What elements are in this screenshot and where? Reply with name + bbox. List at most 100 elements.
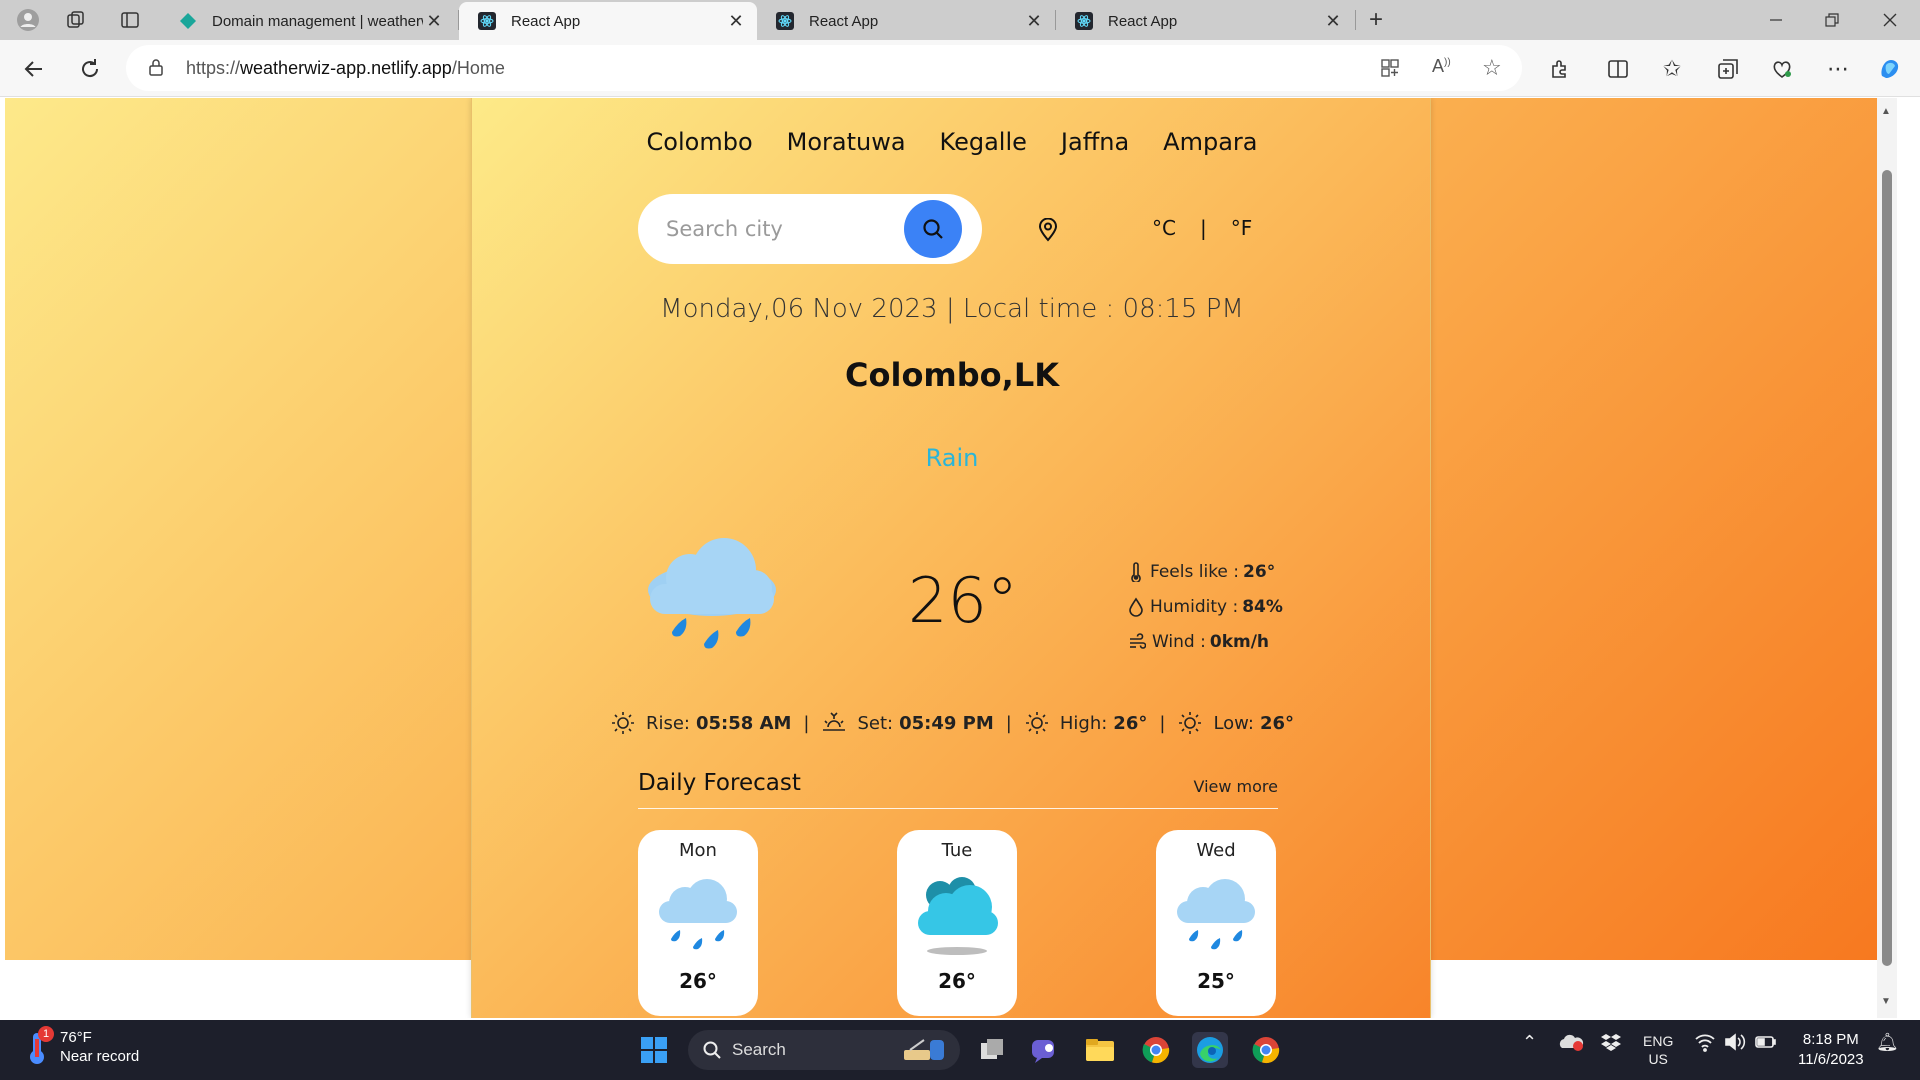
- search-input[interactable]: [666, 212, 896, 246]
- tab-close-icon[interactable]: ✕: [725, 11, 747, 32]
- high-value: 26°: [1113, 712, 1148, 734]
- search-icon: [703, 1041, 721, 1059]
- wifi-icon[interactable]: [1694, 1032, 1716, 1055]
- tab-react-app-3[interactable]: React App ✕: [1056, 2, 1354, 40]
- battery-icon[interactable]: [1754, 1032, 1778, 1055]
- browser-essentials-icon[interactable]: [1766, 53, 1798, 85]
- sun-icon: [1025, 712, 1048, 734]
- onedrive-icon[interactable]: [1558, 1032, 1584, 1055]
- more-options-icon[interactable]: ⋯: [1822, 53, 1854, 85]
- low-value: 26°: [1259, 712, 1295, 734]
- windows-start-icon[interactable]: [636, 1032, 672, 1068]
- local-datetime: Monday,06 Nov 2023 | Local time : 08:15 …: [660, 294, 1244, 324]
- refresh-icon[interactable]: [74, 53, 106, 85]
- browser-tab-strip: Domain management | weatherwiz-app ✕ Rea…: [0, 0, 1920, 40]
- wind-value: 0km/h: [1209, 631, 1270, 652]
- taskbar-weather-desc: Near record: [60, 1048, 140, 1065]
- tab-react-app-2[interactable]: React App ✕: [757, 2, 1055, 40]
- url-text[interactable]: https://weatherwiz-app.netlify.app/Home: [186, 58, 505, 79]
- city-link-moratuwa[interactable]: Moratuwa: [787, 128, 906, 156]
- forecast-card-mon[interactable]: Mon 26°: [638, 830, 758, 1016]
- language-indicator[interactable]: ENG US: [1643, 1032, 1673, 1068]
- close-window-icon[interactable]: [1876, 6, 1904, 34]
- wind-icon: [1130, 632, 1146, 649]
- language-code: ENG: [1643, 1033, 1674, 1049]
- city-link-jaffna[interactable]: Jaffna: [1061, 128, 1129, 156]
- humidity-row: Humidity : 84%: [1128, 589, 1283, 624]
- teams-chat-icon[interactable]: [1026, 1032, 1062, 1068]
- favorite-star-icon[interactable]: ☆: [1482, 55, 1502, 81]
- scrollbar-thumb[interactable]: [1882, 170, 1892, 966]
- notification-bell-icon[interactable]: 🔔︎: [1876, 1032, 1899, 1053]
- lock-icon[interactable]: [148, 58, 164, 81]
- sunset-label: Set:: [857, 712, 894, 734]
- forecast-day: Wed: [1196, 840, 1236, 861]
- task-view-icon[interactable]: [974, 1032, 1010, 1068]
- city-quick-links: Colombo Moratuwa Kegalle Jaffna Ampara: [472, 128, 1432, 156]
- read-aloud-icon[interactable]: A)): [1432, 56, 1451, 77]
- sunset-value: 05:49 PM: [899, 712, 994, 734]
- browser-toolbar: https://weatherwiz-app.netlify.app/Home …: [0, 40, 1920, 97]
- forecast-header: Daily Forecast View more: [638, 770, 1278, 809]
- clock-date: 11/6/2023: [1798, 1051, 1864, 1068]
- rain-cloud-icon: [659, 879, 737, 950]
- humidity-label: Humidity :: [1150, 596, 1239, 617]
- sun-icon: [1179, 712, 1202, 734]
- current-location-button[interactable]: [1035, 216, 1061, 244]
- workspaces-icon[interactable]: [62, 6, 90, 34]
- tab-react-app-active[interactable]: React App ✕: [459, 2, 757, 40]
- tab-close-icon[interactable]: ✕: [1322, 11, 1344, 32]
- restore-icon[interactable]: [1818, 6, 1846, 34]
- app-available-icon[interactable]: [1380, 58, 1400, 83]
- url-scheme: https://: [186, 57, 241, 78]
- fahrenheit-button[interactable]: °F: [1231, 216, 1253, 240]
- favorites-icon[interactable]: ✩: [1656, 53, 1688, 85]
- split-screen-icon[interactable]: [1602, 53, 1634, 85]
- extensions-icon[interactable]: [1544, 53, 1576, 85]
- show-hidden-icons-chevron-icon[interactable]: ⌃: [1522, 1032, 1537, 1053]
- city-link-ampara[interactable]: Ampara: [1163, 128, 1257, 156]
- tab-close-icon[interactable]: ✕: [1023, 11, 1045, 32]
- tab-domain-management[interactable]: Domain management | weatherwiz-app ✕: [160, 2, 455, 40]
- back-arrow-icon[interactable]: [18, 53, 50, 85]
- taskbar-weather-widget[interactable]: 1 76°F Near record: [24, 1026, 140, 1066]
- view-more-link[interactable]: View more: [1194, 777, 1279, 796]
- scroll-up-arrow-icon[interactable]: ▲: [1881, 106, 1891, 117]
- profile-icon[interactable]: [14, 6, 42, 34]
- feels-like-row: Feels like : 26°: [1128, 554, 1283, 589]
- minimize-icon[interactable]: [1762, 6, 1790, 34]
- low-temp-item: Low: 26°: [1177, 710, 1294, 736]
- page-scrollbar[interactable]: ▲ ▼: [1877, 98, 1897, 1018]
- tab-close-icon[interactable]: ✕: [423, 11, 445, 32]
- copilot-icon[interactable]: [1874, 53, 1906, 85]
- forecast-card-tue[interactable]: Tue 26°: [897, 830, 1017, 1016]
- current-temperature: 26°: [908, 564, 1018, 637]
- react-icon: [775, 11, 795, 31]
- taskbar-search[interactable]: Search: [688, 1030, 960, 1070]
- volume-icon[interactable]: [1724, 1032, 1746, 1055]
- forecast-card-wed[interactable]: Wed 25°: [1156, 830, 1276, 1016]
- weather-condition: Rain: [925, 444, 979, 472]
- forecast-title: Daily Forecast: [638, 770, 801, 796]
- taskbar-weather-temp: 76°F: [60, 1029, 92, 1046]
- collections-icon[interactable]: [1712, 53, 1744, 85]
- search-button[interactable]: [904, 200, 962, 258]
- address-bar[interactable]: https://weatherwiz-app.netlify.app/Home …: [126, 45, 1522, 91]
- file-explorer-icon[interactable]: [1082, 1032, 1118, 1068]
- humidity-value: 84%: [1242, 596, 1283, 617]
- city-link-kegalle[interactable]: Kegalle: [940, 128, 1027, 156]
- feels-like-value: 26°: [1243, 561, 1276, 582]
- new-tab-button[interactable]: +: [1362, 6, 1390, 34]
- celsius-button[interactable]: °C: [1152, 216, 1176, 240]
- system-clock[interactable]: 8:18 PM 11/6/2023: [1798, 1030, 1864, 1070]
- city-link-colombo[interactable]: Colombo: [647, 128, 753, 156]
- edge-icon[interactable]: [1192, 1032, 1228, 1068]
- rain-cloud-icon: [648, 538, 776, 649]
- dropbox-icon[interactable]: [1600, 1032, 1622, 1055]
- scroll-down-arrow-icon[interactable]: ▼: [1881, 996, 1891, 1007]
- chrome-profile-icon[interactable]: [1248, 1032, 1284, 1068]
- high-label: High:: [1059, 712, 1108, 734]
- forecast-temp: 26°: [679, 969, 717, 993]
- chrome-icon[interactable]: [1138, 1032, 1174, 1068]
- vertical-tabs-icon[interactable]: [116, 6, 144, 34]
